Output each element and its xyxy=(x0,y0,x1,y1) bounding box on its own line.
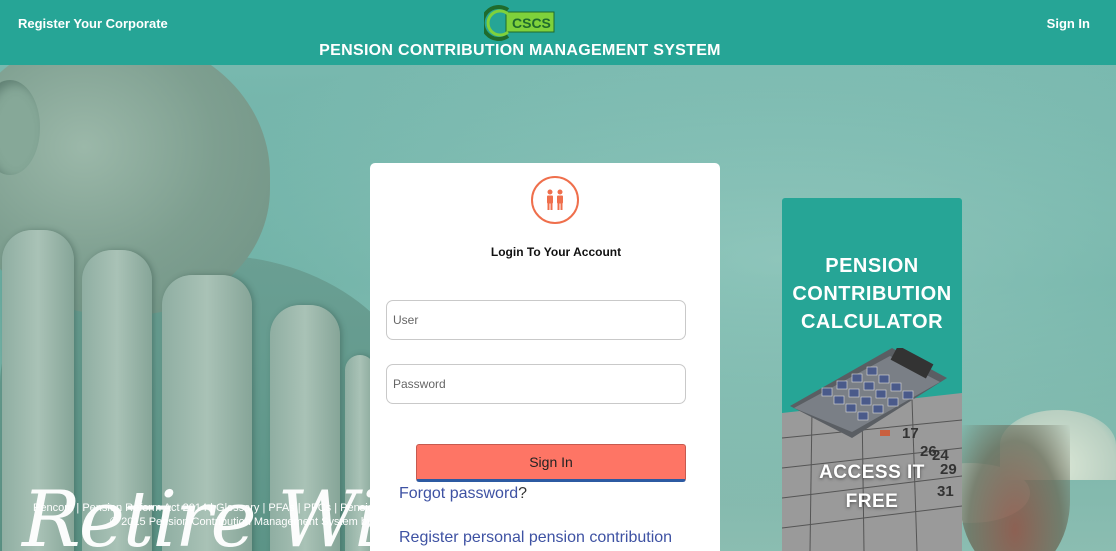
system-title-text: PENSION CONTRIBUTION MANAGEMENT SYSTEM xyxy=(319,42,721,59)
register-corporate-link[interactable]: Register Your Corporate xyxy=(18,16,168,31)
footer-links[interactable]: Pencom | Pension Reform Act 2014 | Gloss… xyxy=(33,502,391,514)
system-title: PENSION CONTRIBUTION MANAGEMENT SYSTEM xyxy=(0,42,1040,60)
footer-copyright: © 2015 Pension Contribution Management S… xyxy=(110,516,373,528)
password-input[interactable] xyxy=(386,364,686,404)
signin-button[interactable]: Sign In xyxy=(416,444,686,482)
login-title: Login To Your Account xyxy=(490,245,622,259)
cscs-logo[interactable]: CSCS xyxy=(484,4,558,42)
user-input[interactable] xyxy=(386,300,686,340)
promo-cta: ACCESS IT FREE xyxy=(782,458,962,516)
man-ear xyxy=(0,80,40,175)
promo-title: PENSION CONTRIBUTION CALCULATOR xyxy=(782,252,962,336)
calculator-promo-banner[interactable]: PENSION CONTRIBUTION CALCULATOR 17 24 26… xyxy=(782,198,962,551)
svg-text:CSCS: CSCS xyxy=(512,15,551,31)
calculator-calendar-image: 17 24 26 29 31 xyxy=(782,348,962,551)
users-icon-glyph xyxy=(547,189,563,210)
register-personal-link[interactable]: Register personal pension contribution xyxy=(399,529,672,547)
svg-text:17: 17 xyxy=(902,425,919,442)
header-signin-link[interactable]: Sign In xyxy=(1047,16,1090,31)
login-card: Login To Your Account Sign In Forgot pas… xyxy=(370,163,720,551)
promo-cta-line: ACCESS IT xyxy=(819,462,925,483)
promo-cta-line: FREE xyxy=(845,491,899,512)
promo-title-line: CONTRIBUTION xyxy=(792,283,952,305)
promo-title-line: CALCULATOR xyxy=(800,311,944,333)
promo-title-line: PENSION xyxy=(825,255,919,277)
top-header: Register Your Corporate CSCS PENSION CON… xyxy=(0,0,1116,65)
users-icon xyxy=(531,176,579,224)
forgot-password-text: Forgot password xyxy=(399,485,519,502)
forgot-question-mark: ? xyxy=(518,485,528,502)
drink-glass xyxy=(960,425,1070,551)
forgot-password-link[interactable]: Forgot password? xyxy=(399,485,527,503)
